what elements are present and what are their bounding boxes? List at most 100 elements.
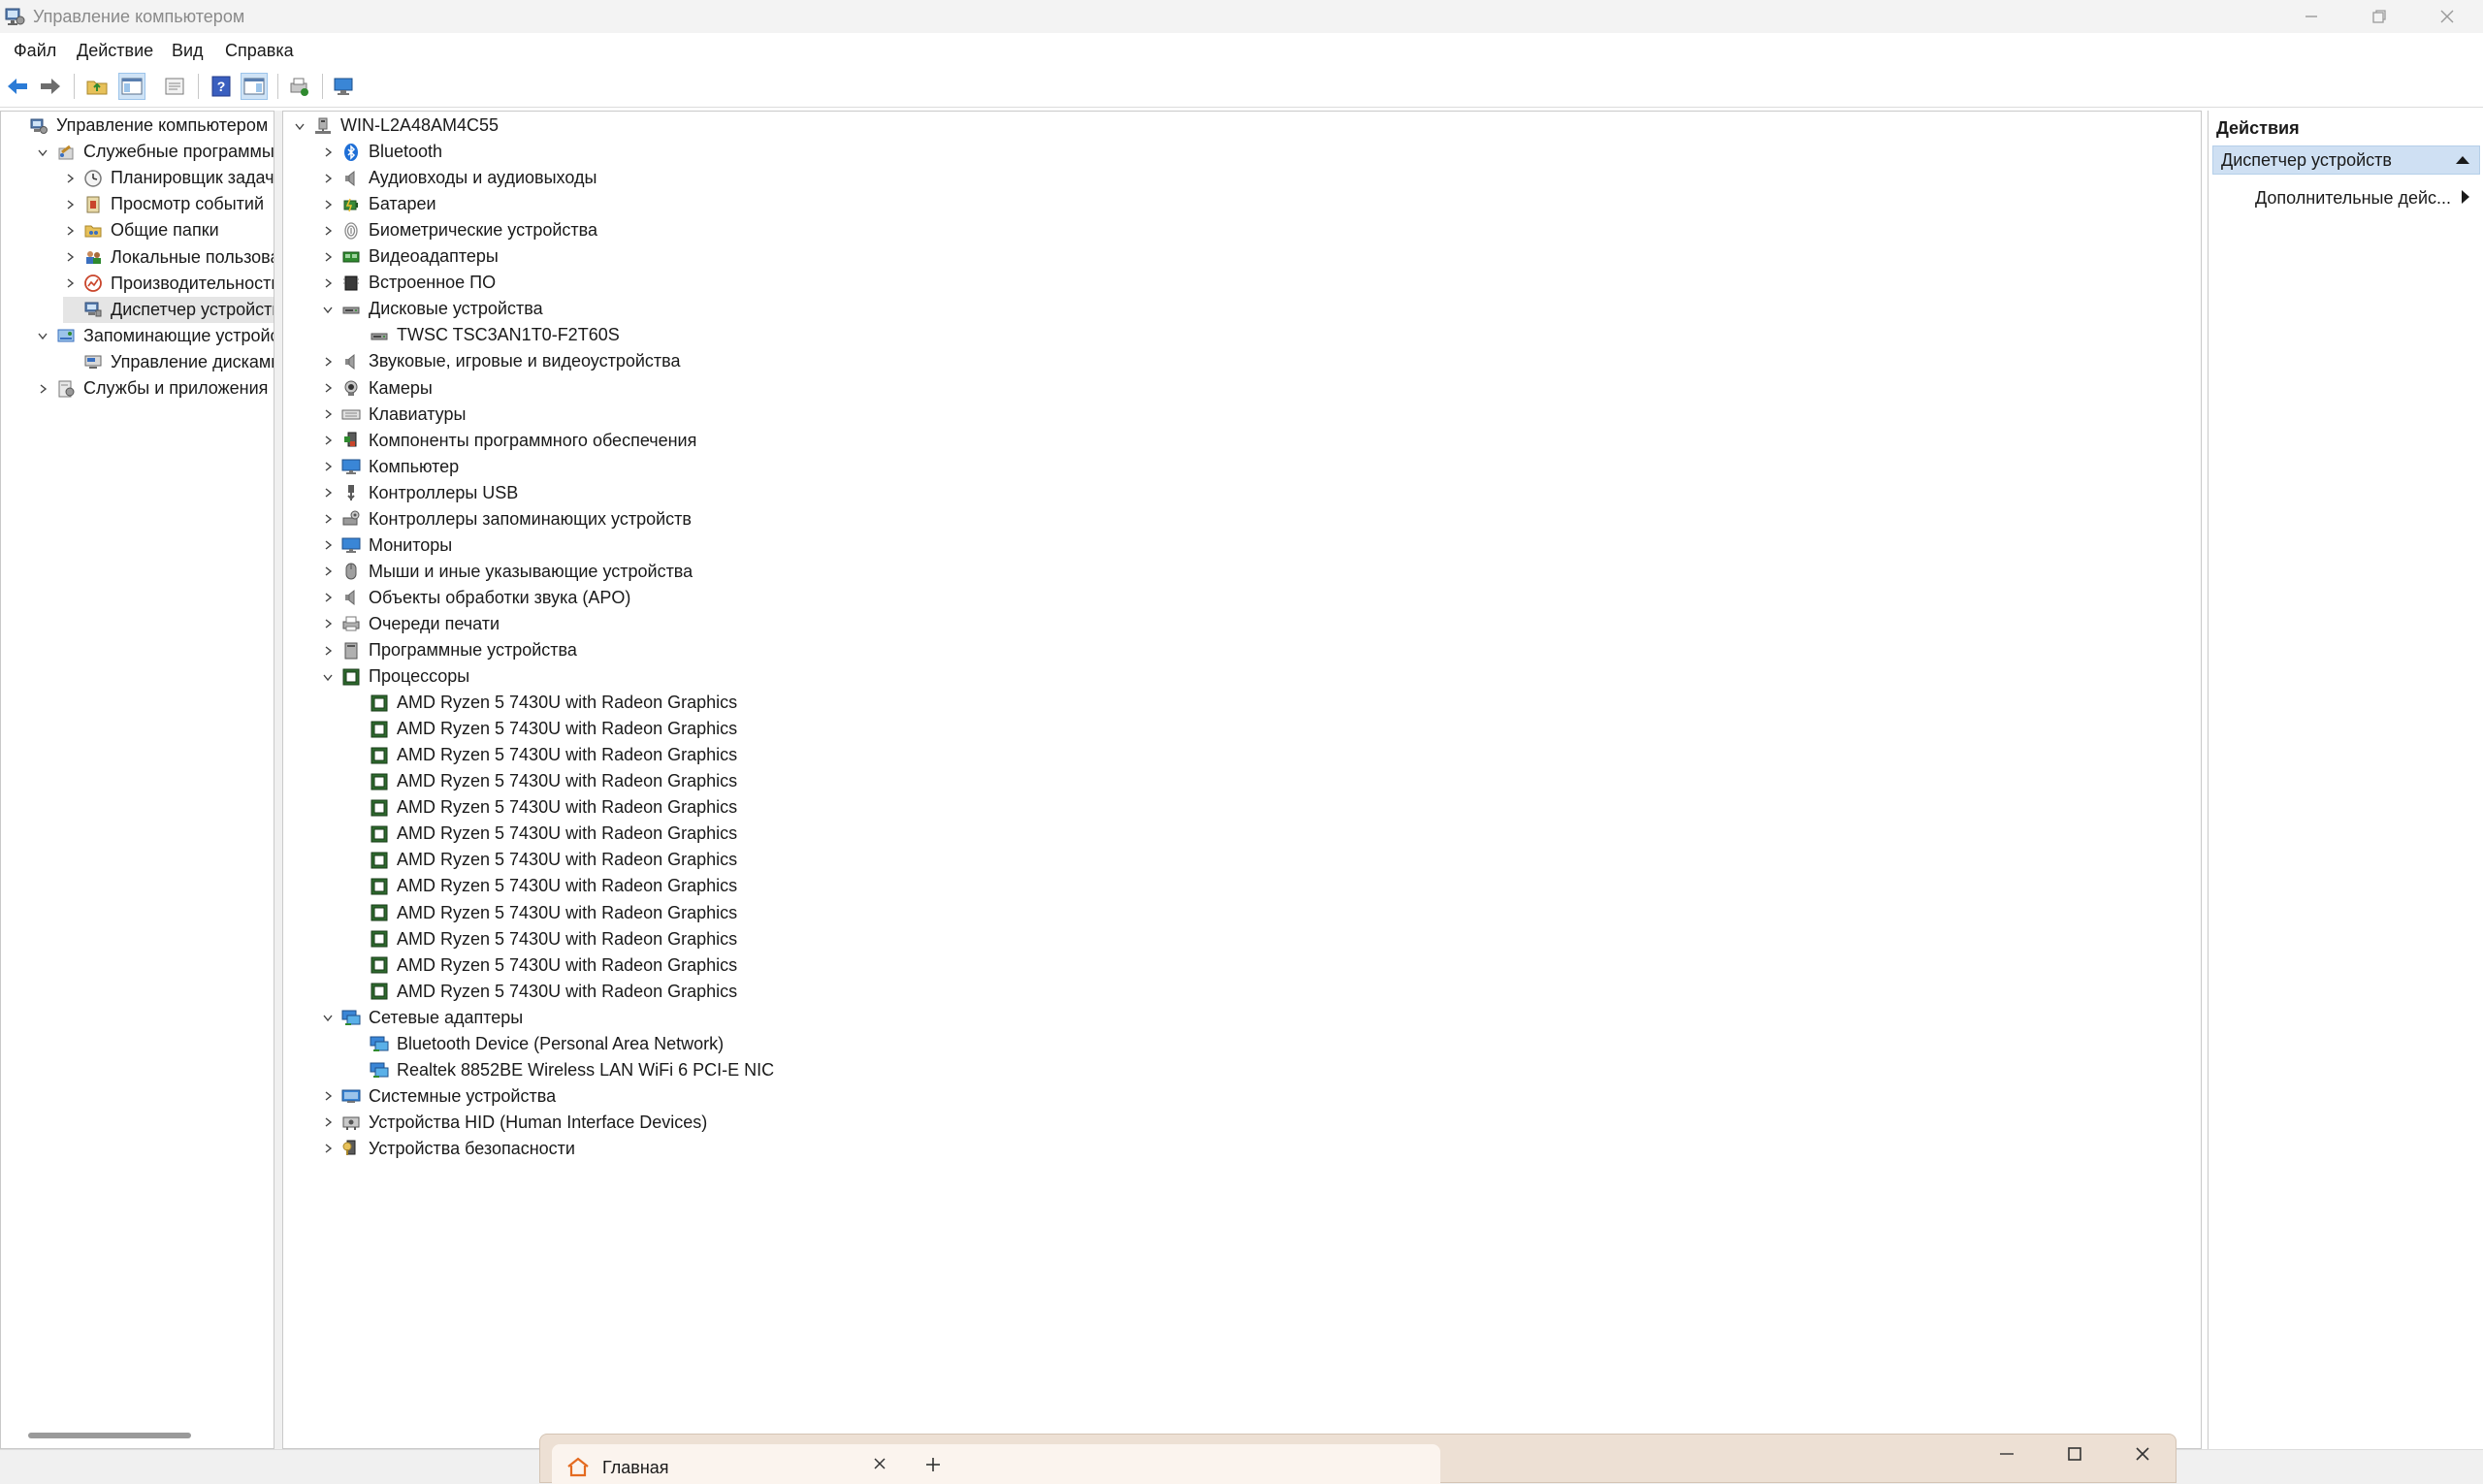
chevron-right-icon[interactable] [321, 512, 335, 526]
chevron-right-icon[interactable] [321, 486, 335, 500]
back-arrow-icon[interactable] [4, 73, 31, 100]
forward-arrow-icon[interactable] [37, 73, 64, 100]
properties-icon[interactable] [161, 73, 188, 100]
up-folder-icon[interactable] [83, 73, 111, 100]
chevron-right-icon[interactable] [321, 276, 335, 290]
device-tree-item[interactable]: AMD Ryzen 5 7430U with Radeon Graphics [349, 847, 737, 873]
console-tree-item[interactable]: Запоминающие устройств [36, 323, 274, 349]
device-tree-item[interactable]: AMD Ryzen 5 7430U with Radeon Graphics [349, 952, 737, 979]
browser-minimize-icon[interactable] [1997, 1444, 2016, 1468]
device-tree-item[interactable]: Bluetooth Device (Personal Area Network) [349, 1031, 724, 1057]
menu-help[interactable]: Справка [225, 41, 294, 61]
menu-view[interactable]: Вид [172, 41, 204, 61]
monitor-icon[interactable] [330, 73, 357, 100]
device-tree-item[interactable]: Камеры [321, 375, 433, 402]
device-tree-item[interactable]: Устройства безопасности [321, 1136, 575, 1162]
console-tree-item[interactable]: Просмотр событий [63, 191, 264, 217]
console-tree-item[interactable]: Планировщик задач [63, 165, 274, 191]
collapse-arrow-icon[interactable] [2456, 156, 2469, 164]
menu-file[interactable]: Файл [14, 41, 56, 61]
chevron-right-icon[interactable] [36, 382, 49, 396]
minimize-button[interactable] [2277, 0, 2345, 33]
device-tree-item[interactable]: Звуковые, игровые и видеоустройства [321, 348, 681, 374]
device-tree-item[interactable]: AMD Ryzen 5 7430U with Radeon Graphics [349, 821, 737, 847]
device-tree-item[interactable]: Программные устройства [321, 637, 577, 663]
chevron-down-icon[interactable] [36, 329, 49, 342]
device-tree-item[interactable]: AMD Ryzen 5 7430U with Radeon Graphics [349, 716, 737, 742]
device-tree-item[interactable]: WIN-L2A48AM4C55 [293, 113, 499, 139]
tab-close-icon[interactable] [872, 1456, 887, 1476]
chevron-right-icon[interactable] [321, 381, 335, 395]
console-tree-item[interactable]: Управление компьютером (лс [9, 113, 274, 139]
chevron-down-icon[interactable] [321, 1011, 335, 1024]
browser-close-icon[interactable] [2133, 1444, 2152, 1468]
chevron-right-icon[interactable] [321, 460, 335, 473]
device-tree-item[interactable]: Объекты обработки звука (APO) [321, 585, 630, 611]
close-button[interactable] [2413, 0, 2481, 33]
chevron-right-icon[interactable] [321, 198, 335, 211]
chevron-down-icon[interactable] [321, 670, 335, 684]
actions-section-device-manager[interactable]: Диспетчер устройств [2212, 145, 2480, 175]
device-tree-item[interactable]: Встроенное ПО [321, 270, 496, 296]
device-tree-item[interactable]: Видеоадаптеры [321, 243, 499, 270]
console-tree-item[interactable]: Служебные программы [36, 139, 274, 165]
chevron-right-icon[interactable] [321, 145, 335, 159]
chevron-right-icon[interactable] [63, 250, 77, 264]
chevron-right-icon[interactable] [321, 1115, 335, 1129]
device-tree-item[interactable]: Bluetooth [321, 139, 442, 165]
device-tree-item[interactable]: Контроллеры запоминающих устройств [321, 506, 692, 532]
device-tree-item[interactable]: Устройства HID (Human Interface Devices) [321, 1110, 707, 1136]
new-tab-plus-icon[interactable] [924, 1456, 942, 1478]
device-tree-item[interactable]: AMD Ryzen 5 7430U with Radeon Graphics [349, 979, 737, 1005]
device-tree-item[interactable]: Процессоры [321, 663, 469, 690]
console-tree-item[interactable]: Производительность [63, 271, 274, 297]
chevron-right-icon[interactable] [321, 224, 335, 238]
chevron-right-icon[interactable] [321, 434, 335, 447]
action-pane-icon[interactable] [241, 73, 268, 100]
chevron-right-icon[interactable] [321, 644, 335, 658]
device-tree-item[interactable]: AMD Ryzen 5 7430U with Radeon Graphics [349, 873, 737, 899]
chevron-right-icon[interactable] [63, 172, 77, 185]
more-actions-item[interactable]: Дополнительные дейс... [2255, 188, 2451, 209]
help-icon[interactable]: ? [208, 73, 235, 100]
device-tree-item[interactable]: Биометрические устройства [321, 217, 597, 243]
console-tree-item[interactable]: Управление дисками [63, 349, 274, 375]
menu-action[interactable]: Действие [77, 41, 153, 61]
device-tree-item[interactable]: Мониторы [321, 532, 452, 559]
restore-button[interactable] [2345, 0, 2413, 33]
chevron-right-icon[interactable] [321, 591, 335, 604]
chevron-right-icon[interactable] [321, 1142, 335, 1155]
show-hide-tree-icon[interactable] [118, 73, 145, 100]
device-tree-item[interactable]: Мыши и иные указывающие устройства [321, 559, 693, 585]
pane-splitter[interactable] [274, 111, 282, 1449]
device-tree-item[interactable]: Компоненты программного обеспечения [321, 428, 696, 454]
chevron-right-icon[interactable] [321, 250, 335, 264]
chevron-down-icon[interactable] [321, 303, 335, 316]
device-tree-item[interactable]: TWSC TSC3AN1T0-F2T60S [349, 322, 620, 348]
chevron-right-icon[interactable] [321, 355, 335, 369]
chevron-right-icon[interactable] [321, 407, 335, 421]
browser-maximize-icon[interactable] [2065, 1444, 2084, 1468]
device-tree-item[interactable]: AMD Ryzen 5 7430U with Radeon Graphics [349, 690, 737, 716]
chevron-right-icon[interactable] [63, 224, 77, 238]
chevron-right-icon[interactable] [321, 617, 335, 630]
chevron-right-icon[interactable] [321, 1089, 335, 1103]
print-icon[interactable] [285, 73, 312, 100]
device-tree-item[interactable]: Контроллеры USB [321, 480, 518, 506]
device-tree-item[interactable]: Клавиатуры [321, 402, 466, 428]
device-tree-item[interactable]: Аудиовходы и аудиовыходы [321, 165, 597, 191]
chevron-down-icon[interactable] [293, 119, 306, 133]
device-tree-item[interactable]: Сетевые адаптеры [321, 1005, 523, 1031]
chevron-right-icon[interactable] [321, 565, 335, 578]
chevron-down-icon[interactable] [36, 145, 49, 159]
console-tree-item[interactable]: Службы и приложения [36, 375, 268, 402]
device-tree-item[interactable]: Батареи [321, 191, 436, 217]
chevron-right-icon[interactable] [321, 538, 335, 552]
chevron-right-icon[interactable] [63, 276, 77, 290]
device-tree-item[interactable]: AMD Ryzen 5 7430U with Radeon Graphics [349, 794, 737, 821]
submenu-arrow-icon[interactable] [2462, 190, 2469, 204]
device-tree-item[interactable]: Системные устройства [321, 1083, 556, 1110]
device-tree-item[interactable]: AMD Ryzen 5 7430U with Radeon Graphics [349, 768, 737, 794]
console-tree-item[interactable]: Диспетчер устройств [63, 296, 274, 323]
chevron-right-icon[interactable] [321, 172, 335, 185]
